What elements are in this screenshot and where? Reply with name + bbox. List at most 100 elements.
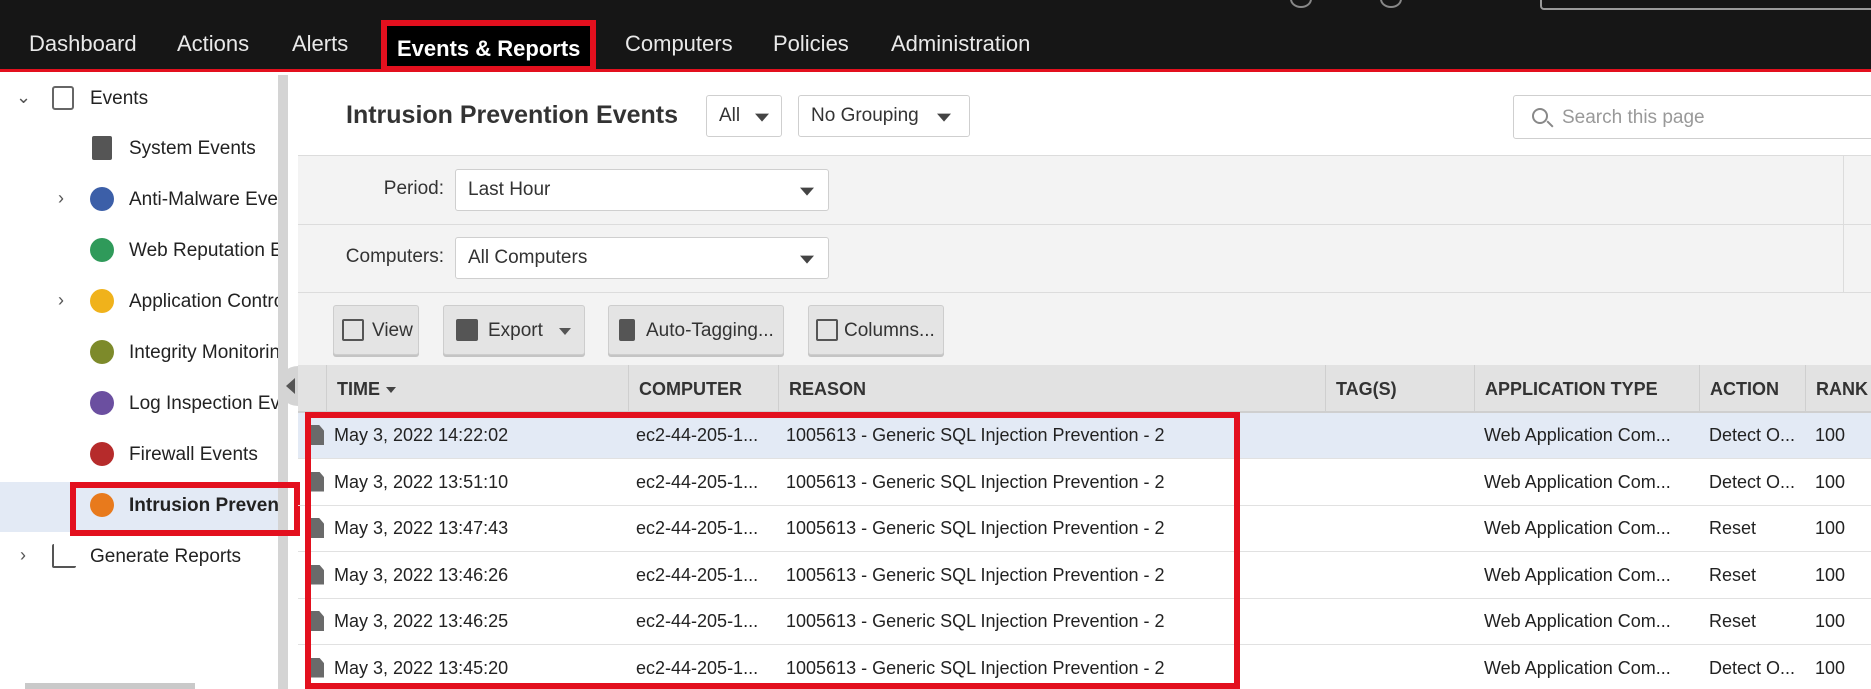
column-header-tags[interactable]: TAG(S) bbox=[1325, 365, 1474, 413]
cell-app-type: Web Application Com... bbox=[1484, 564, 1671, 585]
cell-rank: 100 bbox=[1815, 471, 1846, 492]
column-header-computer[interactable]: COMPUTER bbox=[628, 365, 778, 413]
cell-rank: 100 bbox=[1815, 518, 1846, 538]
columns-button[interactable]: Columns... bbox=[808, 305, 944, 355]
tag-icon bbox=[619, 319, 635, 341]
period-dropdown[interactable]: Last Hour bbox=[455, 169, 829, 211]
auto-tagging-button[interactable]: Auto-Tagging... bbox=[608, 305, 784, 355]
chevron-down-icon bbox=[755, 113, 769, 122]
nav-events-reports[interactable]: Events & Reports bbox=[381, 20, 597, 72]
cell-action: Detect O... bbox=[1709, 471, 1796, 492]
cell-rank: 100 bbox=[1815, 425, 1846, 445]
column-header-time[interactable]: TIME bbox=[326, 365, 628, 413]
magnifier-icon bbox=[90, 391, 114, 415]
sidebar-item-label: System Events bbox=[129, 138, 256, 159]
cell-action: Reset bbox=[1709, 518, 1757, 538]
chevron-right-icon[interactable]: › bbox=[58, 290, 64, 311]
server-icon bbox=[92, 136, 112, 160]
sidebar-item-label: Firewall Events bbox=[129, 444, 258, 465]
sidebar-item-label: Events bbox=[90, 88, 149, 109]
highlight-box-sidebar bbox=[70, 482, 300, 536]
sidebar-item-web-reputation-events[interactable]: Web Reputation Events bbox=[0, 227, 278, 277]
export-button-label: Export bbox=[488, 320, 543, 341]
chevron-down-icon bbox=[800, 255, 814, 264]
chevron-down-icon bbox=[800, 187, 814, 196]
cell-action: Reset bbox=[1709, 564, 1757, 585]
web-reputation-icon bbox=[90, 238, 114, 262]
cell-app-type: Web Application Com... bbox=[1484, 425, 1671, 445]
chevron-right-icon[interactable]: › bbox=[20, 545, 26, 566]
computers-dropdown-value: All Computers bbox=[468, 247, 588, 268]
period-label: Period: bbox=[383, 178, 444, 199]
report-chart-icon bbox=[52, 544, 76, 568]
scope-dropdown-value: All bbox=[719, 105, 741, 126]
fingerprint-icon bbox=[90, 340, 114, 364]
columns-grid-icon bbox=[816, 319, 838, 341]
firewall-icon bbox=[90, 442, 114, 466]
nav-administration[interactable]: Administration bbox=[891, 31, 1030, 57]
sidebar-item-label: Integrity Monitoring Events bbox=[129, 342, 278, 363]
period-dropdown-value: Last Hour bbox=[468, 179, 551, 200]
page-search[interactable]: Search this page bbox=[1513, 95, 1871, 139]
page-title: Intrusion Prevention Events bbox=[346, 101, 679, 129]
cell-app-type: Web Application Com... bbox=[1484, 471, 1671, 492]
sidebar-nav: ⌄ Events System Events › Anti-Malware Ev… bbox=[0, 75, 288, 689]
sidebar-item-application-control-events[interactable]: › Application Control Events bbox=[0, 278, 278, 328]
sidebar-item-generate-reports[interactable]: › Generate Reports bbox=[0, 533, 278, 583]
filter-divider bbox=[298, 224, 1871, 225]
sidebar-item-system-events[interactable]: System Events bbox=[0, 125, 278, 175]
highlight-box-table bbox=[305, 412, 1240, 689]
nav-policies[interactable]: Policies bbox=[773, 31, 849, 57]
export-button[interactable]: Export bbox=[443, 305, 585, 355]
list-icon bbox=[342, 319, 364, 341]
chevron-right-icon[interactable]: › bbox=[58, 188, 64, 209]
nav-dashboard[interactable]: Dashboard bbox=[29, 31, 137, 57]
search-icon bbox=[1532, 108, 1548, 124]
nav-alerts[interactable]: Alerts bbox=[292, 31, 348, 57]
cell-action: Detect O... bbox=[1709, 425, 1796, 445]
filter-panel: Period: Last Hour Computers: All Compute… bbox=[298, 155, 1871, 294]
cell-rank: 100 bbox=[1815, 611, 1846, 631]
computers-dropdown[interactable]: All Computers bbox=[455, 237, 829, 279]
grouping-dropdown-value: No Grouping bbox=[811, 105, 919, 126]
sidebar-item-log-inspection-events[interactable]: Log Inspection Events bbox=[0, 380, 278, 430]
chevron-down-icon[interactable]: ⌄ bbox=[16, 87, 31, 108]
filter-panel-edge bbox=[1843, 156, 1844, 294]
search-input[interactable]: Search this page bbox=[1562, 107, 1705, 129]
cell-app-type: Web Application Com... bbox=[1484, 657, 1671, 678]
biohazard-icon bbox=[90, 187, 114, 211]
column-header-application-type[interactable]: APPLICATION TYPE bbox=[1474, 365, 1699, 413]
cell-action: Reset bbox=[1709, 611, 1757, 631]
global-search-input[interactable] bbox=[1540, 0, 1871, 10]
sidebar-item-integrity-monitoring-events[interactable]: Integrity Monitoring Events bbox=[0, 329, 278, 379]
column-header-reason[interactable]: REASON bbox=[778, 365, 1325, 413]
grouping-dropdown[interactable]: No Grouping bbox=[798, 95, 970, 137]
sort-descending-icon bbox=[386, 387, 396, 394]
columns-button-label: Columns... bbox=[844, 320, 935, 341]
top-nav-bar: Dashboard Actions Alerts Events & Report… bbox=[0, 0, 1871, 72]
nav-actions[interactable]: Actions bbox=[177, 31, 249, 57]
column-header-label: TIME bbox=[337, 379, 380, 399]
cell-action: Detect O... bbox=[1709, 657, 1796, 678]
chevron-down-icon bbox=[937, 113, 951, 122]
sidebar-item-firewall-events[interactable]: Firewall Events bbox=[0, 431, 278, 481]
export-icon bbox=[456, 319, 478, 341]
sidebar-item-anti-malware-events[interactable]: › Anti-Malware Events bbox=[0, 176, 278, 226]
scope-dropdown[interactable]: All bbox=[706, 95, 782, 137]
app-root: Dashboard Actions Alerts Events & Report… bbox=[0, 0, 1871, 689]
application-control-icon bbox=[90, 289, 114, 313]
chevron-down-icon bbox=[559, 328, 571, 335]
view-button-label: View bbox=[372, 320, 413, 341]
sidebar-horizontal-scrollbar[interactable] bbox=[25, 683, 195, 689]
computers-label: Computers: bbox=[345, 246, 444, 267]
view-button[interactable]: View bbox=[333, 305, 419, 355]
cell-app-type: Web Application Com... bbox=[1484, 611, 1671, 631]
nav-computers[interactable]: Computers bbox=[625, 31, 733, 57]
column-header-action[interactable]: ACTION bbox=[1699, 365, 1805, 413]
auto-tagging-button-label: Auto-Tagging... bbox=[646, 320, 774, 341]
sidebar-item-label: Generate Reports bbox=[90, 546, 242, 567]
column-header-rank[interactable]: RANK bbox=[1805, 365, 1871, 413]
table-header: TIME COMPUTER REASON TAG(S) APPLICATION … bbox=[298, 365, 1871, 413]
cell-app-type: Web Application Com... bbox=[1484, 518, 1671, 538]
sidebar-item-events[interactable]: ⌄ Events bbox=[0, 75, 278, 125]
